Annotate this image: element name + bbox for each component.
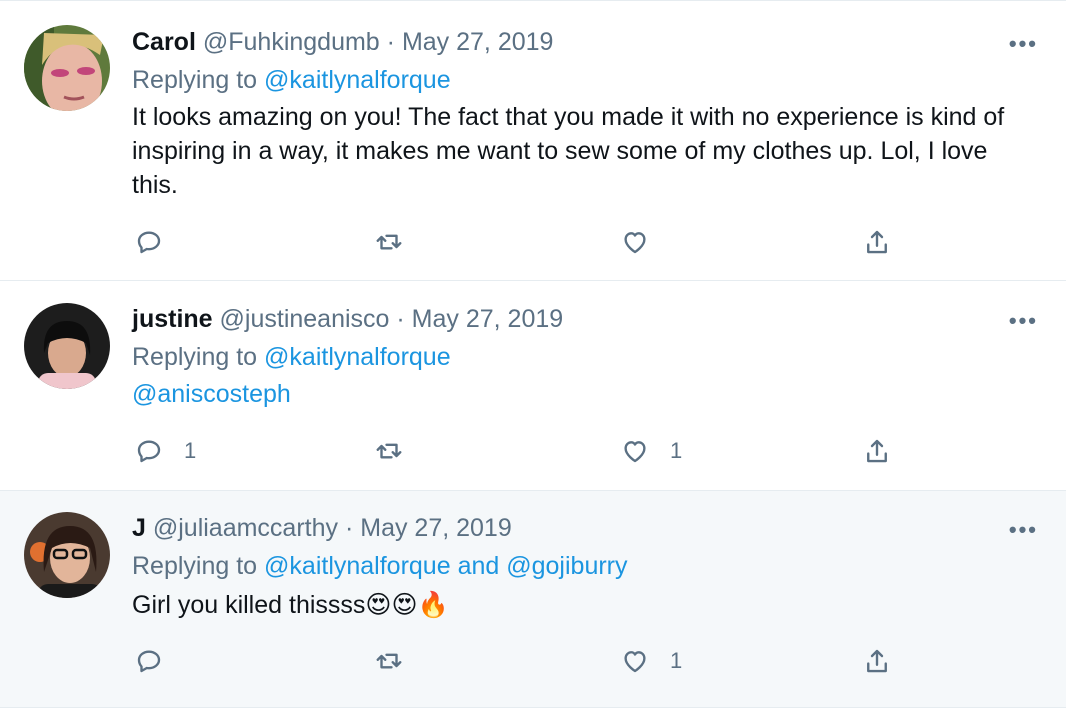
like-button[interactable]: 1 [620, 641, 682, 681]
like-count: 1 [670, 438, 683, 463]
share-icon [867, 649, 887, 673]
avatar-justine[interactable] [24, 303, 110, 389]
display-name[interactable]: justine [132, 305, 213, 333]
retweet-icon [376, 443, 402, 459]
tweet-text: It looks amazing on you! The fact that y… [132, 103, 1005, 199]
replying-to: Replying to @kaitlynalforque [132, 64, 451, 96]
retweet-icon [376, 234, 402, 250]
tweet-justine[interactable]: justine @justineanisco · May 27, 2019 ••… [0, 281, 1066, 491]
reply-button[interactable] [134, 641, 164, 681]
like-count: 1 [670, 648, 683, 673]
tweet-header: justine @justineanisco · May 27, 2019 [132, 303, 563, 335]
display-name[interactable]: Carol [132, 28, 196, 56]
replying-prefix: Replying to [132, 552, 258, 580]
tweet-header: Carol @Fuhkingdumb · May 27, 2019 [132, 26, 553, 58]
replying-to-link[interactable]: @kaitlynalforque [264, 343, 451, 371]
handle[interactable]: @juliaamccarthy [153, 514, 338, 542]
like-button[interactable]: 1 [620, 431, 682, 471]
more-options-icon[interactable]: ••• [1009, 31, 1038, 57]
reply-icon [137, 231, 161, 254]
display-name[interactable]: J [132, 514, 146, 542]
handle[interactable]: @Fuhkingdumb [203, 28, 380, 56]
replying-prefix: Replying to [132, 66, 258, 94]
heart-eyes-emoji: 😍 [365, 591, 392, 619]
tweet-actions [132, 222, 912, 262]
tweet-carol[interactable]: Carol @Fuhkingdumb · May 27, 2019 ••• Re… [0, 0, 1066, 281]
tweet-text-content: Girl you killed thissss [132, 591, 366, 619]
share-icon [867, 230, 887, 254]
reply-count: 1 [184, 438, 197, 463]
reply-icon [137, 650, 161, 673]
timestamp[interactable]: · May 27, 2019 [345, 514, 512, 542]
tweet-actions: 1 [132, 641, 912, 681]
timestamp[interactable]: · May 27, 2019 [396, 305, 563, 333]
more-options-icon[interactable]: ••• [1009, 308, 1038, 334]
replying-prefix: Replying to [132, 343, 258, 371]
replying-to-link[interactable]: @kaitlynalforque [264, 552, 451, 580]
avatar-carol[interactable] [24, 25, 110, 111]
heart-icon [624, 232, 646, 254]
fire-emoji: 🔥 [417, 591, 449, 619]
replying-to: Replying to @kaitlynalforque and @gojibu… [132, 550, 628, 582]
tweet-text: Girl you killed thissss😍😍🔥 [132, 588, 1037, 622]
share-icon [867, 439, 887, 463]
tweet-text: @aniscosteph [132, 377, 1037, 411]
heart-icon [624, 441, 646, 463]
retweet-icon [376, 653, 402, 669]
avatar-j[interactable] [24, 512, 110, 598]
share-button[interactable] [862, 222, 892, 262]
tweet-j[interactable]: J @juliaamccarthy · May 27, 2019 ••• Rep… [0, 491, 1066, 708]
tweet-actions: 1 1 [132, 431, 912, 471]
mention-link[interactable]: @aniscosteph [132, 380, 291, 408]
heart-eyes-emoji: 😍 [391, 591, 418, 619]
more-options-icon[interactable]: ••• [1009, 517, 1038, 543]
replying-to-link[interactable]: @kaitlynalforque [264, 66, 451, 94]
replying-to: Replying to @kaitlynalforque [132, 341, 451, 373]
replying-and[interactable]: and [458, 552, 500, 580]
reply-button[interactable] [134, 222, 164, 262]
reply-button[interactable]: 1 [134, 431, 196, 471]
replying-to-link-2[interactable]: @gojiburry [506, 552, 627, 580]
reply-icon [137, 440, 161, 463]
share-button[interactable] [862, 431, 892, 471]
timestamp[interactable]: · May 27, 2019 [387, 28, 554, 56]
retweet-button[interactable] [374, 641, 404, 681]
like-button[interactable] [620, 222, 650, 262]
heart-icon [624, 651, 646, 673]
retweet-button[interactable] [374, 431, 404, 471]
share-button[interactable] [862, 641, 892, 681]
retweet-button[interactable] [374, 222, 404, 262]
handle[interactable]: @justineanisco [220, 305, 390, 333]
tweet-header: J @juliaamccarthy · May 27, 2019 [132, 512, 512, 544]
